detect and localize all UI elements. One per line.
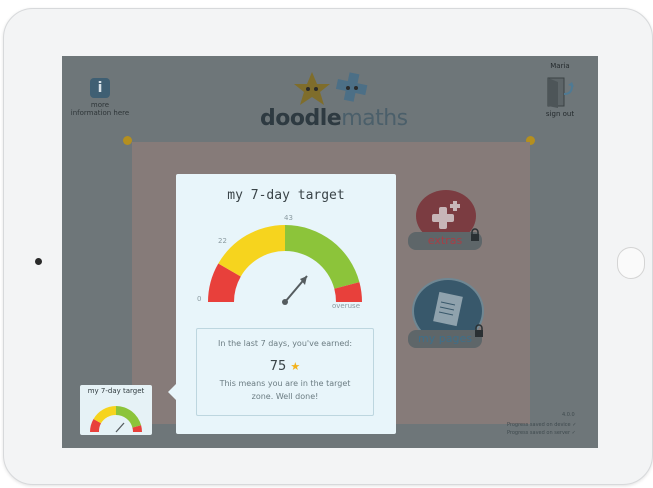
target-gauge	[208, 225, 363, 305]
gauge-zone-mid	[218, 225, 285, 277]
sign-out-door-icon[interactable]	[544, 76, 576, 110]
earned-summary-box: In the last 7 days, you've earned: 75 ★ …	[196, 328, 374, 416]
earned-value-row: 75 ★	[197, 359, 373, 374]
popup-pointer	[168, 384, 176, 400]
user-name: Maria	[550, 62, 570, 70]
lock-icon	[471, 228, 479, 241]
sign-out-button[interactable]: sign out	[536, 110, 584, 118]
target-popup: my 7-day target 43 22 0 overuse In the l…	[168, 174, 396, 434]
target-message: This means you are in the target zone. W…	[219, 379, 351, 401]
mini-gauge-icon	[90, 406, 142, 433]
mini-target-label: my 7-day target	[87, 387, 145, 395]
info-icon: i	[97, 80, 103, 96]
save-status-server: Progress saved on server ✓	[507, 430, 576, 436]
star-icon: ★	[290, 360, 301, 373]
info-text: more information here	[70, 101, 130, 117]
logo-text-maths: maths	[341, 106, 408, 131]
camera	[35, 258, 42, 265]
info-button[interactable]: i	[90, 78, 110, 98]
version-text: 4.0.0	[562, 412, 575, 418]
popup-title: my 7-day target	[227, 188, 345, 203]
logo-text: doodlemaths	[260, 106, 408, 131]
earned-value: 75	[269, 359, 287, 374]
mini-target-widget[interactable]: my 7-day target	[80, 385, 152, 435]
earned-line: In the last 7 days, you've earned:	[217, 339, 353, 348]
lock-icon	[475, 324, 483, 337]
app-screen: i more information here doodlemaths Mari…	[62, 56, 598, 448]
my-pages-label[interactable]: my pages	[408, 330, 482, 348]
save-status-device: Progress saved on device ✓	[507, 422, 577, 428]
logo-text-doodle: doodle	[260, 106, 342, 131]
home-button[interactable]	[617, 247, 645, 279]
pin-left-icon	[123, 136, 132, 145]
gauge-zone-target	[285, 225, 360, 289]
